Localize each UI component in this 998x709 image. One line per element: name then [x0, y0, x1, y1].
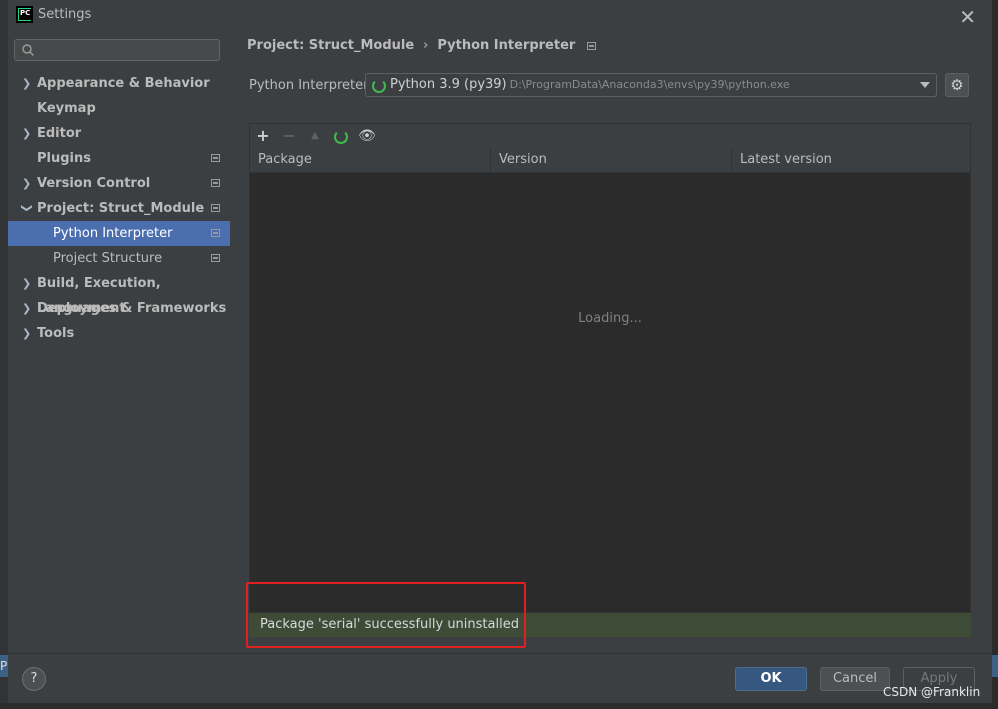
- pycharm-logo-icon: PC: [16, 6, 33, 23]
- sidebar-item-build[interactable]: ❯ Build, Execution, Deployment: [8, 271, 230, 316]
- chevron-right-icon: ❯: [22, 327, 32, 340]
- search-input[interactable]: [14, 39, 220, 61]
- sidebar-item-appearance[interactable]: ❯ Appearance & Behavior: [8, 71, 230, 96]
- sidebar-item-editor[interactable]: ❯ Editor: [8, 121, 230, 146]
- search-icon: [22, 44, 35, 57]
- show-early-releases-button[interactable]: 👁: [358, 126, 376, 146]
- dialog-footer: ? OK Cancel Apply: [8, 653, 992, 703]
- sidebar-item-label: Languages & Frameworks: [37, 301, 227, 316]
- project-module-icon: [211, 179, 220, 187]
- chevron-right-icon: ❯: [22, 127, 32, 140]
- sidebar-item-label: Version Control: [37, 176, 151, 191]
- project-module-icon: [211, 204, 220, 212]
- interpreter-name: Python 3.9 (py39): [390, 77, 507, 92]
- upgrade-package-button[interactable]: ▲: [306, 126, 324, 146]
- sidebar-item-tools[interactable]: ❯ Tools: [8, 321, 230, 346]
- settings-sidebar: ❯ Appearance & Behavior Keymap ❯ Editor …: [8, 30, 230, 653]
- ok-button[interactable]: OK: [735, 667, 807, 691]
- settings-dialog: PC Settings ✕ ❯ Appearance & Behavior Ke…: [8, 0, 992, 703]
- annotation-highlight-box: [246, 582, 526, 648]
- dropdown-arrow-icon: [920, 82, 930, 88]
- project-module-icon: [211, 154, 220, 162]
- chevron-right-icon: ❯: [22, 277, 32, 290]
- chevron-down-icon: ❯: [20, 203, 34, 213]
- editor-gutter-letter: P: [0, 659, 8, 673]
- breadcrumb: Project: Struct_Module › Python Interprete…: [247, 38, 597, 53]
- chevron-right-icon: ❯: [22, 77, 32, 90]
- loading-text: Loading...: [578, 311, 642, 326]
- sidebar-item-label: Project: Struct_Module: [37, 201, 205, 216]
- interpreter-path: D:\ProgramData\Anaconda3\envs\py39\pytho…: [509, 78, 790, 91]
- editor-right-strip: [992, 655, 998, 677]
- refresh-button[interactable]: [332, 126, 350, 146]
- packages-toolbar: + − ▲ 👁: [250, 124, 970, 148]
- table-header: Package Version Latest version: [250, 148, 970, 173]
- column-header-latest-version[interactable]: Latest version: [732, 148, 970, 172]
- sidebar-item-label: Keymap: [37, 101, 96, 116]
- add-package-button[interactable]: +: [254, 126, 272, 146]
- chevron-right-icon: ❯: [22, 177, 32, 190]
- breadcrumb-separator: ›: [423, 38, 429, 53]
- sidebar-item-keymap[interactable]: Keymap: [8, 96, 230, 121]
- editor-right-edge: [992, 0, 998, 709]
- packages-table[interactable]: Package Version Latest version Loading..…: [250, 148, 970, 612]
- sidebar-item-plugins[interactable]: Plugins: [8, 146, 230, 171]
- interpreter-label: Python Interpreter:: [249, 78, 373, 93]
- window-title: Settings: [38, 7, 92, 22]
- interpreter-select[interactable]: Python 3.9 (py39) D:\ProgramData\Anaconda…: [365, 73, 937, 97]
- sidebar-item-label: Plugins: [37, 151, 91, 166]
- chevron-right-icon: ❯: [22, 302, 32, 315]
- help-button[interactable]: ?: [22, 667, 46, 691]
- sidebar-item-label: Python Interpreter: [53, 226, 173, 241]
- gear-icon: ⚙: [950, 76, 964, 94]
- close-icon[interactable]: ✕: [959, 5, 976, 29]
- settings-main-panel: Project: Struct_Module › Python Interprete…: [238, 30, 992, 653]
- sidebar-item-project-structure[interactable]: Project Structure: [8, 246, 230, 271]
- sidebar-item-project[interactable]: ❯ Project: Struct_Module: [8, 196, 230, 221]
- project-module-icon: [587, 42, 597, 50]
- refresh-spinner-icon: [334, 130, 348, 144]
- editor-bottom-edge: [0, 703, 998, 709]
- column-header-version[interactable]: Version: [491, 148, 732, 172]
- eye-icon: 👁: [358, 128, 376, 144]
- sidebar-item-python-interpreter[interactable]: Python Interpreter: [8, 221, 230, 246]
- sidebar-item-label: Editor: [37, 126, 82, 141]
- packages-panel: + − ▲ 👁 Package Version Latest version L…: [249, 123, 971, 613]
- sidebar-item-label: Project Structure: [53, 251, 163, 266]
- sidebar-item-languages[interactable]: ❯ Languages & Frameworks: [8, 296, 230, 321]
- sidebar-item-label: Tools: [37, 326, 75, 341]
- cancel-button[interactable]: Cancel: [820, 667, 890, 691]
- remove-package-button[interactable]: −: [280, 126, 298, 146]
- breadcrumb-current: Python Interpreter: [437, 38, 576, 53]
- interpreter-settings-button[interactable]: ⚙: [945, 73, 969, 97]
- watermark: CSDN @Franklin: [883, 685, 981, 699]
- project-module-icon: [211, 229, 220, 237]
- editor-gutter: [0, 0, 8, 709]
- breadcrumb-parent[interactable]: Project: Struct_Module: [247, 38, 414, 53]
- project-module-icon: [211, 254, 220, 262]
- sidebar-item-version-control[interactable]: ❯ Version Control: [8, 171, 230, 196]
- title-bar: PC Settings ✕: [8, 0, 992, 30]
- loading-spinner-icon: [372, 79, 386, 93]
- sidebar-item-label: Appearance & Behavior: [37, 76, 210, 91]
- column-header-package[interactable]: Package: [250, 148, 491, 172]
